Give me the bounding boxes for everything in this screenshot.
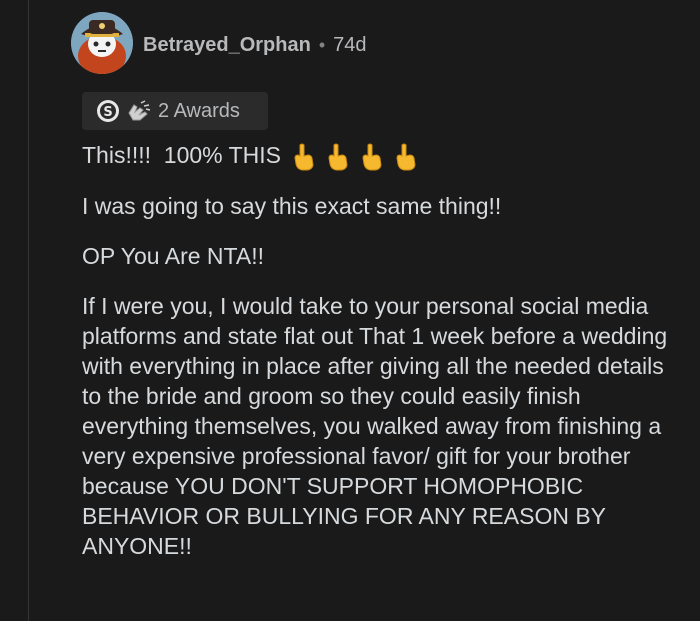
separator-dot: • xyxy=(318,34,326,55)
avatar-image xyxy=(71,12,133,74)
comment-paragraph: This!!!! 100% THIS xyxy=(82,140,682,171)
pointing-up-icon xyxy=(325,143,351,171)
username-link[interactable]: Betrayed_Orphan xyxy=(143,34,311,57)
comment-age: 74d xyxy=(333,33,367,56)
silver-award-icon: S xyxy=(96,99,120,123)
svg-text:S: S xyxy=(103,105,112,120)
avatar[interactable] xyxy=(71,12,133,74)
comment-paragraph-text: This!!!! 100% THIS xyxy=(82,142,281,168)
helpful-award-icon xyxy=(126,99,151,123)
pointing-up-icon xyxy=(291,143,317,171)
comment-paragraph: If I were you, I would take to your pers… xyxy=(82,292,668,559)
awards-badge[interactable]: S 2 Awards xyxy=(82,92,268,130)
thread-line[interactable] xyxy=(28,0,29,621)
comment-header: Betrayed_Orphan • 74d xyxy=(143,31,367,59)
awards-label: 2 Awards xyxy=(158,99,240,122)
comment-body: This!!!! 100% THIS I was going to say th… xyxy=(82,140,682,581)
pointing-up-icon xyxy=(393,143,419,171)
comment-paragraph: I was going to say this exact same thing… xyxy=(82,192,502,219)
pointing-up-icon xyxy=(359,143,385,171)
emoji-row xyxy=(291,143,427,171)
comment-paragraph: OP You Are NTA!! xyxy=(82,242,264,269)
